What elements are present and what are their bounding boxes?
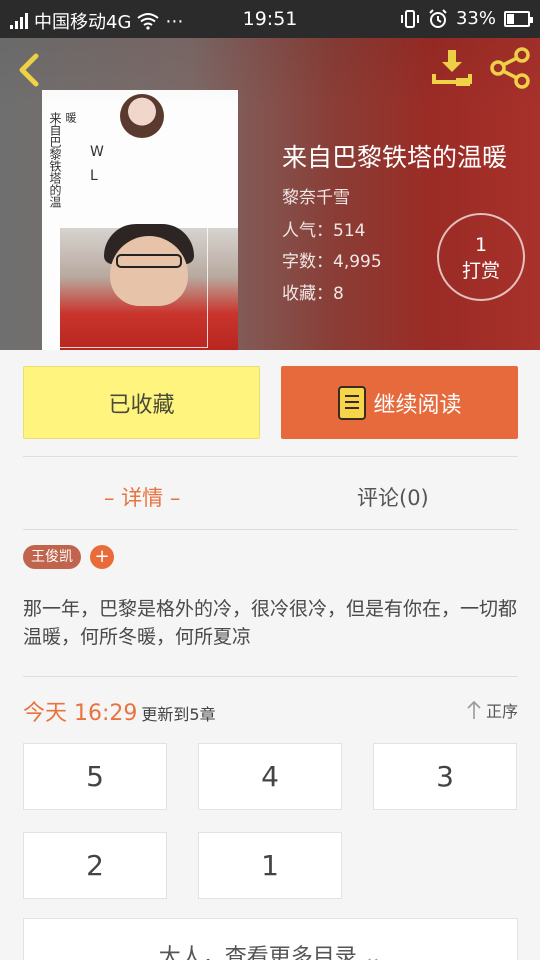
divider-tabs (23, 529, 518, 530)
add-tag-button[interactable]: + (90, 545, 114, 569)
favorites-label: 收藏： (282, 284, 333, 304)
popularity-label: 人气： (282, 221, 333, 241)
back-arrow-icon[interactable] (12, 50, 48, 90)
update-info: 今天 16:29 更新到5章 (23, 695, 216, 727)
cover-title-text: 来自巴黎铁塔的温 (48, 112, 62, 208)
tab-comment[interactable]: 评论(0) (357, 482, 429, 512)
share-icon[interactable] (488, 46, 532, 90)
tip-count: 1 (474, 234, 488, 256)
chapter-button[interactable]: 1 (198, 832, 342, 899)
tabs: – 详情 – 评论(0) (0, 458, 540, 530)
chapter-button[interactable]: 2 (23, 832, 167, 899)
more-catalog-label: 大人，查看更多目录 (158, 945, 357, 960)
battery-percent: 33% (455, 8, 496, 29)
cover-letters: W L (90, 144, 104, 184)
popularity-value: 514 (333, 221, 366, 241)
cover-frame (58, 218, 208, 348)
continue-reading-button[interactable]: 继续阅读 (281, 366, 518, 439)
up-arrow-icon (467, 700, 481, 719)
book-icon (338, 385, 367, 420)
download-icon[interactable] (430, 46, 474, 90)
favorites-value: 8 (333, 284, 344, 304)
status-right: 33% (400, 8, 533, 29)
tag-wangjunkai[interactable]: 王俊凯 (23, 545, 81, 569)
cover-side-text: 暖 (64, 112, 77, 123)
chapter-button[interactable]: 4 (198, 743, 342, 810)
book-header: 暖 来自巴黎铁塔的温 W L 来自巴黎铁塔的温暖 黎奈千雪 人气：514 字数：… (0, 38, 540, 350)
divider-top (23, 456, 518, 457)
words-label: 字数： (282, 252, 333, 272)
tip-label: 打赏 (461, 260, 500, 282)
battery-fill (507, 13, 514, 24)
update-time: 今天 16:29 (23, 701, 138, 726)
book-author[interactable]: 黎奈千雪 (282, 183, 350, 208)
words-value: 4,995 (333, 252, 382, 272)
chapter-button[interactable]: 3 (373, 743, 517, 810)
alarm-icon (429, 8, 447, 28)
more-catalog-button[interactable]: 大人，查看更多目录 ⌄ (23, 918, 518, 960)
book-description: 那一年，巴黎是格外的冷，很冷很冷，但是有你在，一切都温暖，何所冬暖，何所夏凉 (23, 598, 518, 648)
favorited-label: 已收藏 (108, 392, 175, 418)
vibrate-icon (400, 9, 419, 28)
sort-order-label: 正序 (485, 702, 518, 721)
book-title: 来自巴黎铁塔的温暖 (282, 143, 508, 172)
favorited-button[interactable]: 已收藏 (23, 366, 260, 439)
update-text: 更新到5章 (141, 705, 216, 724)
battery-icon (504, 10, 533, 27)
tab-detail[interactable]: – 详情 – (104, 482, 180, 512)
book-cover[interactable]: 暖 来自巴黎铁塔的温 W L (42, 90, 238, 350)
divider-desc (23, 676, 518, 677)
chapter-button[interactable]: 5 (23, 743, 167, 810)
sort-order-button[interactable]: 正序 (466, 698, 518, 722)
chevron-down-icon: ⌄ (363, 945, 383, 960)
cover-avatar (120, 94, 164, 138)
book-words: 字数：4,995 (282, 247, 382, 272)
tip-button[interactable]: 1 打赏 (437, 213, 525, 301)
book-popularity: 人气：514 (282, 216, 365, 241)
book-favorites: 收藏：8 (282, 279, 344, 304)
status-bar: 中国移动4G ⋯ 19:51 33% (0, 0, 540, 38)
continue-label: 继续阅读 (373, 392, 462, 418)
